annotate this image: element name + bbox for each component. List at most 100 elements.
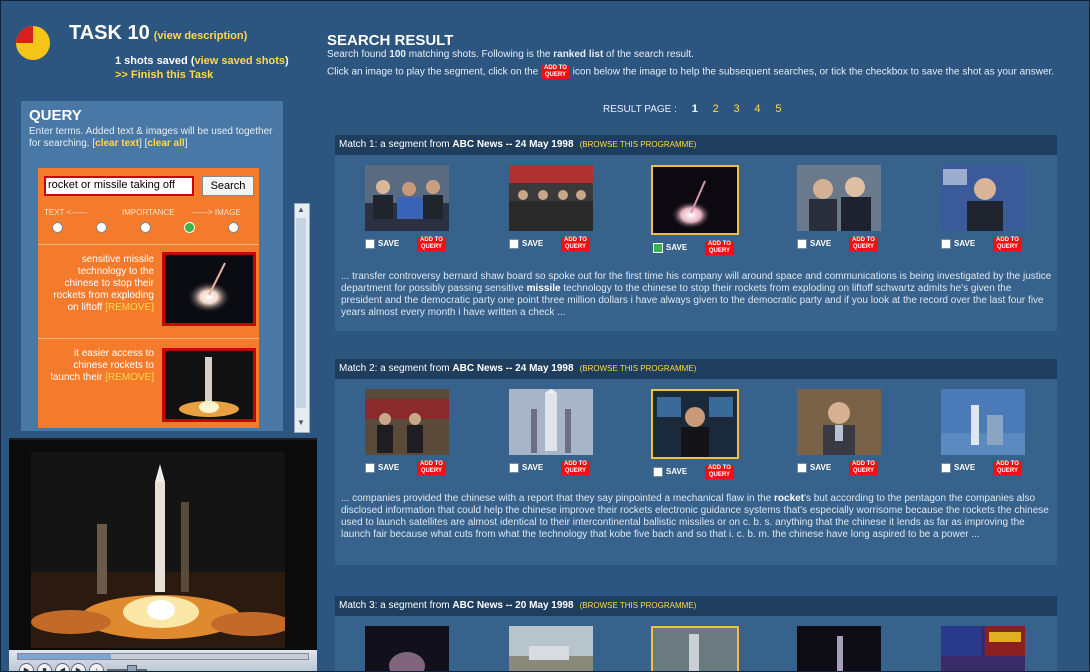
- add-to-query-label: ADD TO: [420, 461, 443, 467]
- add-to-query-button[interactable]: ADD TO QUERY: [849, 461, 878, 475]
- task-progress-pie-icon: [16, 26, 50, 60]
- save-checkbox[interactable]: [797, 463, 807, 473]
- shot-card: [797, 626, 887, 671]
- shot-thumbnail-selected[interactable]: [651, 389, 739, 459]
- clear-text-link[interactable]: clear text: [95, 138, 139, 149]
- add-to-query-button[interactable]: ADD TO QUERY: [993, 237, 1022, 251]
- query-items-panel: rocket or missile taking off Search TEXT…: [38, 168, 259, 428]
- scale-image-label: ------> IMAGE: [192, 208, 241, 217]
- previous-icon[interactable]: ◀: [55, 663, 70, 671]
- save-checkbox[interactable]: [365, 463, 375, 473]
- save-checkbox-checked[interactable]: [653, 243, 663, 253]
- add-to-query-button[interactable]: ADD TO QUERY: [705, 465, 734, 479]
- shot-thumbnail[interactable]: [509, 389, 593, 455]
- scale-text-label: TEXT <------: [44, 208, 88, 217]
- save-checkbox[interactable]: [941, 239, 951, 249]
- save-checkbox[interactable]: [365, 239, 375, 249]
- importance-radio-2[interactable]: [96, 222, 107, 233]
- scale-importance-label: IMPORTANCE: [122, 208, 175, 217]
- match-1: Match 1: a segment from ABC News -- 24 M…: [335, 135, 1057, 331]
- importance-radio-5[interactable]: [228, 222, 239, 233]
- clear-all-link[interactable]: clear all: [147, 138, 184, 149]
- shot-thumbnail[interactable]: [941, 389, 1025, 455]
- shot-card: SAVE ADD TO QUERY: [509, 389, 599, 475]
- browse-programme-link[interactable]: (BROWSE THIS PROGRAMME): [580, 601, 697, 610]
- add-to-query-button[interactable]: ADD TO QUERY: [561, 461, 590, 475]
- two-men-image: [797, 165, 881, 231]
- shot-card: SAVE ADD TO QUERY: [365, 165, 455, 251]
- rocket-night-image: [165, 255, 253, 323]
- add-to-query-label: ADD TO: [996, 237, 1019, 243]
- rocket-night-image: [653, 167, 737, 233]
- save-row: SAVE ADD TO QUERY: [653, 465, 743, 479]
- add-to-query-button[interactable]: ADD TO QUERY: [849, 237, 878, 251]
- shot-thumbnail-selected[interactable]: [651, 626, 739, 671]
- importance-radio-3[interactable]: [140, 222, 151, 233]
- search-button[interactable]: Search: [202, 176, 254, 196]
- scroll-down-icon[interactable]: ▼: [297, 418, 305, 427]
- video-player: ▶ ■ ◀ ▶ ♪: [9, 438, 317, 671]
- next-icon[interactable]: ▶: [71, 663, 86, 671]
- shot-thumbnail[interactable]: [509, 165, 593, 231]
- remove-item-1-link[interactable]: [REMOVE]: [105, 302, 154, 313]
- shot-thumbnail[interactable]: [365, 626, 449, 671]
- importance-radio-4[interactable]: [184, 222, 195, 233]
- save-row: SAVE ADD TO QUERY: [941, 461, 1031, 475]
- shot-thumbnail[interactable]: [797, 165, 881, 231]
- save-checkbox[interactable]: [509, 463, 519, 473]
- page-link-5[interactable]: 5: [775, 103, 781, 115]
- mute-icon[interactable]: ♪: [89, 663, 104, 671]
- add-to-query-label: QUERY: [996, 468, 1018, 474]
- video-seek-bar[interactable]: [17, 653, 309, 660]
- shot-thumbnail[interactable]: [941, 626, 1025, 671]
- stop-icon[interactable]: ■: [37, 663, 52, 671]
- query-heading: QUERY: [29, 107, 82, 124]
- view-saved-shots-link[interactable]: view saved shots: [194, 55, 285, 67]
- finish-task-link[interactable]: >> Finish this Task: [115, 69, 213, 81]
- search-instructions: Click an image to play the segment, clic…: [327, 65, 1077, 79]
- instructions-text: Click an image to play the segment, clic…: [327, 66, 541, 78]
- saved-shots-status: 1 shots saved (view saved shots): [115, 55, 289, 67]
- save-checkbox[interactable]: [797, 239, 807, 249]
- shot-thumbnail[interactable]: [941, 165, 1025, 231]
- shot-thumbnail-selected[interactable]: [651, 165, 739, 235]
- search-input[interactable]: rocket or missile taking off: [44, 176, 194, 196]
- query-scrollbar[interactable]: ▲ ▼: [294, 203, 310, 433]
- view-description-link[interactable]: (view description): [154, 30, 248, 42]
- save-label: SAVE: [522, 239, 544, 248]
- shot-thumbnail[interactable]: [509, 626, 593, 671]
- save-checkbox[interactable]: [941, 463, 951, 473]
- page-link-3[interactable]: 3: [734, 103, 740, 115]
- shot-card: [941, 626, 1031, 671]
- volume-slider[interactable]: [127, 665, 137, 671]
- video-screen[interactable]: [31, 452, 285, 648]
- shot-thumbnail[interactable]: [797, 626, 881, 671]
- shot-card: [509, 626, 599, 671]
- ranked-list-text: ranked list: [553, 49, 604, 60]
- add-to-query-button[interactable]: ADD TO QUERY: [417, 461, 446, 475]
- scrollbar-thumb[interactable]: [296, 218, 306, 408]
- add-to-query-button[interactable]: ADD TO QUERY: [417, 237, 446, 251]
- add-to-query-button[interactable]: ADD TO QUERY: [561, 237, 590, 251]
- rocket-launch-video-frame: [31, 452, 285, 648]
- page-link-1[interactable]: 1: [692, 103, 698, 115]
- transcript-keyword: missile: [526, 283, 561, 294]
- browse-programme-link[interactable]: (BROWSE THIS PROGRAMME): [580, 364, 697, 373]
- page-link-2[interactable]: 2: [713, 103, 719, 115]
- shot-thumbnail[interactable]: [797, 389, 881, 455]
- importance-radio-1[interactable]: [52, 222, 63, 233]
- shot-thumbnail[interactable]: [365, 389, 449, 455]
- page-link-4[interactable]: 4: [754, 103, 760, 115]
- save-checkbox[interactable]: [653, 467, 663, 477]
- left-panel: TASK 10 (view description) 1 shots saved …: [9, 9, 317, 671]
- save-row: SAVE ADD TO QUERY: [653, 241, 743, 255]
- save-checkbox[interactable]: [509, 239, 519, 249]
- add-to-query-button[interactable]: ADD TO QUERY: [705, 241, 734, 255]
- add-to-query-button[interactable]: ADD TO QUERY: [993, 461, 1022, 475]
- scroll-up-icon[interactable]: ▲: [297, 205, 305, 214]
- remove-item-2-link[interactable]: [REMOVE]: [105, 372, 154, 383]
- rocket-launch-image: [165, 351, 253, 419]
- play-icon[interactable]: ▶: [19, 663, 34, 671]
- browse-programme-link[interactable]: (BROWSE THIS PROGRAMME): [580, 140, 697, 149]
- shot-thumbnail[interactable]: [365, 165, 449, 231]
